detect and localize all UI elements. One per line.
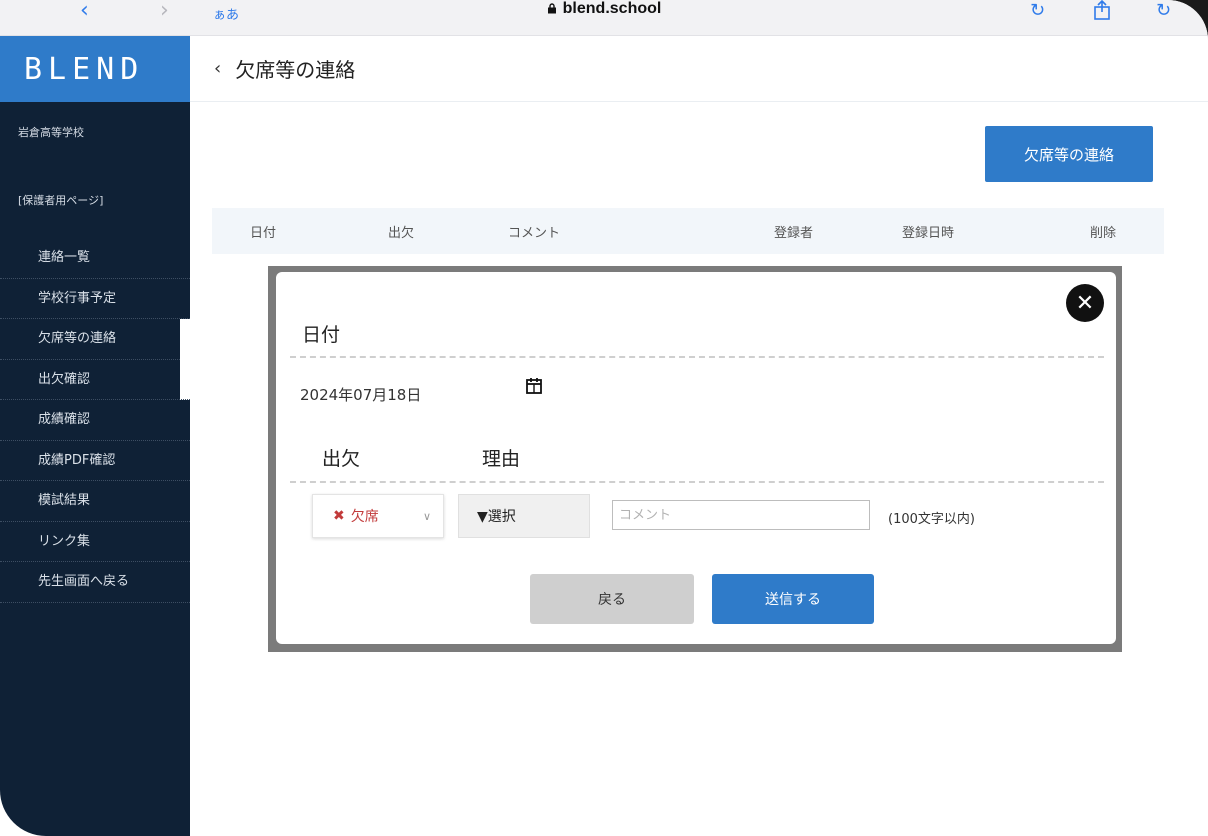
sidebar-item-label: 成績PDF確認 (38, 452, 116, 468)
column-header-delete: 削除 (1090, 226, 1117, 241)
column-header-comment: コメント (508, 226, 561, 241)
school-name: 岩倉高等学校 (18, 126, 84, 139)
divider (290, 356, 1104, 358)
sidebar-item-grades[interactable]: 成績確認 (0, 400, 190, 441)
attendance-selected-value: 欠席 (350, 509, 379, 525)
sidebar-item-label: 先生画面へ戻る (38, 574, 130, 589)
section-title: [保護者用ページ] (18, 194, 104, 207)
share-glyph (1094, 0, 1110, 20)
reason-label: 理由 (482, 448, 521, 470)
url-text: blend.school (562, 0, 662, 17)
page-title: 欠席等の連絡 (235, 58, 356, 82)
sidebar-item-label: 出欠確認 (38, 371, 91, 387)
share-icon[interactable] (1092, 0, 1112, 25)
attendance-select[interactable]: ✖ 欠席 ∨ (312, 494, 444, 538)
page-header: ‹ 欠席等の連絡 (190, 36, 1208, 102)
lock-icon (547, 3, 556, 14)
column-header-date: 日付 (250, 226, 277, 241)
reason-select[interactable]: ▼選択 (458, 494, 590, 538)
column-header-registered-at: 登録日時 (902, 226, 955, 241)
sidebar-item-label: 学校行事予定 (38, 290, 117, 306)
sidebar-item-school-events[interactable]: 学校行事予定 (0, 279, 190, 319)
divider (290, 481, 1104, 483)
back-button[interactable]: 戻る (530, 574, 694, 624)
chevron-down-icon: ∨ (422, 509, 431, 523)
table-header: 日付 出欠 コメント 登録者 登録日時 削除 (212, 208, 1164, 254)
sidebar-item-mock-exams[interactable]: 模試結果 (0, 481, 190, 522)
close-icon[interactable]: ✕ (1066, 284, 1104, 322)
sidebar-item-contact-list[interactable]: 連絡一覧 (0, 238, 190, 279)
calendar-icon[interactable] (524, 376, 544, 396)
sidebar-item-label: 連絡一覧 (38, 250, 91, 265)
back-chevron-icon[interactable]: ‹ (214, 58, 221, 79)
modal-overlay: ✕ 日付 2024年07月18日 出欠 理由 ✖ 欠席 ∨ ▼選択 コメント (… (268, 266, 1122, 652)
sidebar: BLEND 岩倉高等学校 [保護者用ページ] 連絡一覧 学校行事予定 欠席等の連… (0, 36, 191, 836)
brand-logo[interactable]: BLEND (0, 36, 190, 102)
sidebar-item-label: 模試結果 (38, 493, 91, 508)
sidebar-item-label: リンク集 (38, 533, 91, 549)
character-limit-note: (100文字以内) (888, 512, 975, 527)
date-value[interactable]: 2024年07月18日 (300, 384, 421, 405)
column-header-registrant: 登録者 (774, 226, 814, 241)
browser-toolbar: ‹ › ぁあ blend.school ↻ ↻ (0, 0, 1208, 36)
address-bar[interactable]: blend.school (0, 0, 1208, 18)
sidebar-item-teacher-view[interactable]: 先生画面へ戻る (0, 562, 190, 603)
sidebar-item-label: 成績確認 (38, 412, 91, 427)
sidebar-item-grades-pdf[interactable]: 成績PDF確認 (0, 441, 190, 481)
main-content: ‹ 欠席等の連絡 欠席等の連絡 日付 出欠 コメント 登録者 登録日時 削除 ✕… (190, 36, 1208, 836)
date-label: 日付 (302, 324, 341, 346)
comment-input[interactable] (612, 500, 870, 530)
sidebar-item-label: 欠席等の連絡 (38, 331, 117, 346)
absent-x-icon: ✖ (333, 508, 345, 524)
tabs-icon[interactable]: ↻ (1156, 0, 1171, 21)
sidebar-item-attendance[interactable]: 出欠確認 (0, 360, 190, 400)
device-screen: ‹ › ぁあ blend.school ↻ ↻ BLEND 岩倉高等学校 [保護… (0, 0, 1208, 836)
attendance-label: 出欠 (322, 448, 361, 470)
send-button[interactable]: 送信する (712, 574, 874, 624)
sidebar-item-absence-contact[interactable]: 欠席等の連絡 (0, 319, 191, 400)
reload-icon[interactable]: ↻ (1030, 0, 1045, 21)
column-header-attendance: 出欠 (388, 226, 415, 241)
new-absence-contact-button[interactable]: 欠席等の連絡 (985, 126, 1153, 182)
sidebar-item-links[interactable]: リンク集 (0, 522, 190, 562)
absence-form-dialog: ✕ 日付 2024年07月18日 出欠 理由 ✖ 欠席 ∨ ▼選択 コメント (… (276, 272, 1116, 644)
